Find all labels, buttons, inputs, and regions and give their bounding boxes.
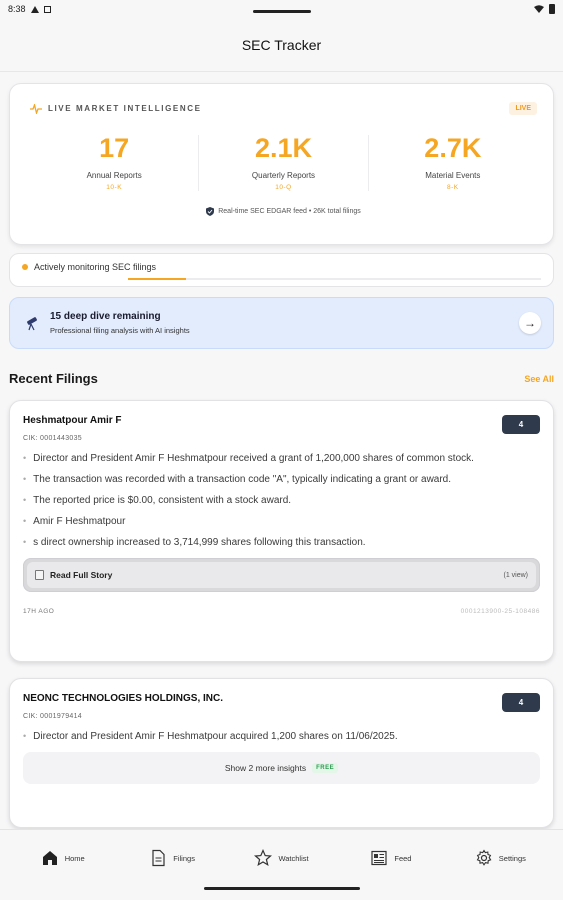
tab-label: Filings xyxy=(173,853,195,863)
document-icon xyxy=(152,849,165,867)
pulse-icon xyxy=(30,103,42,114)
stat-label: Material Events xyxy=(425,171,481,180)
tab-watchlist[interactable]: Watchlist xyxy=(227,849,336,867)
filer-name: NEONC TECHNOLOGIES HOLDINGS, INC. xyxy=(23,693,224,704)
accession-number: 0001213900-25-108486 xyxy=(460,608,540,615)
form-type-badge: 4 xyxy=(502,693,540,712)
free-badge: FREE xyxy=(312,763,339,773)
stat-label: Annual Reports xyxy=(86,171,142,180)
deep-dive-title: 15 deep dive remaining xyxy=(50,311,161,322)
tab-label: Settings xyxy=(498,853,526,863)
view-count: (1 view) xyxy=(503,571,528,579)
stat-value: 2.1K xyxy=(254,133,313,163)
feed-note-text: Real-time SEC EDGAR feed • 26K total fil… xyxy=(218,208,361,215)
notification-icon xyxy=(43,5,51,13)
insight-item: • Amir F Heshmatpour xyxy=(23,516,126,527)
insight-item: • Director and President Amir F Heshmatpo… xyxy=(23,453,474,464)
read-full-story-button[interactable]: Read Full Story (1 view) xyxy=(23,558,540,592)
filing-card[interactable]: Heshmatpour Amir F CIK: 0001443035 4 • Di… xyxy=(9,400,554,662)
live-badge: LIVE xyxy=(509,102,537,115)
monitoring-text: Actively monitoring SEC filings xyxy=(34,262,157,272)
stat-form-type: 10-K xyxy=(106,184,123,191)
battery-icon xyxy=(549,4,555,14)
filing-card[interactable]: NEONC TECHNOLOGIES HOLDINGS, INC. CIK: 0… xyxy=(9,678,554,828)
tab-filings[interactable]: Filings xyxy=(117,849,226,867)
stat-value: 2.7K xyxy=(424,133,482,163)
see-all-link[interactable]: See All xyxy=(524,374,554,384)
bottom-nav: Home Filings Watchlist Feed Settings xyxy=(0,829,563,900)
tab-home[interactable]: Home xyxy=(8,849,117,867)
status-dot xyxy=(22,264,28,270)
read-label: Read Full Story xyxy=(50,570,113,580)
alert-icon xyxy=(30,5,39,13)
stat-form-type: 10-Q xyxy=(275,184,292,191)
insight-list: • Director and President Amir F Heshmatpo… xyxy=(23,453,540,549)
stat-form-type: 8-K xyxy=(447,184,459,191)
insight-item: • s direct ownership increased to 3,714,9… xyxy=(23,537,366,548)
insight-list: • Director and President Amir F Heshmatpo… xyxy=(23,731,540,743)
more-insights-label: Show 2 more insights xyxy=(224,763,307,773)
monitoring-progress xyxy=(128,278,541,280)
stat-annual-reports[interactable]: 17 Annual Reports 10-K xyxy=(30,133,198,192)
filer-name: Heshmatpour Amir F xyxy=(23,415,122,426)
tab-label: Watchlist xyxy=(278,853,309,863)
stat-quarterly-reports[interactable]: 2.1K Quarterly Reports 10-Q xyxy=(198,135,367,191)
filing-age: 17H AGO xyxy=(23,608,55,615)
tab-feed[interactable]: Feed xyxy=(336,849,445,867)
shield-check-icon xyxy=(206,207,215,216)
show-more-insights-button[interactable]: Show 2 more insights FREE xyxy=(23,752,540,784)
tab-label: Feed xyxy=(394,853,412,863)
telescope-icon xyxy=(27,317,37,331)
star-icon xyxy=(254,849,273,867)
home-indicator[interactable] xyxy=(203,887,360,890)
stat-value: 17 xyxy=(99,133,130,163)
app-bar: SEC Tracker xyxy=(0,18,563,72)
deep-dive-subtitle: Professional filing analysis with AI ins… xyxy=(50,326,190,335)
feed-note: Real-time SEC EDGAR feed • 26K total fil… xyxy=(30,207,537,216)
section-title: Recent Filings xyxy=(9,371,98,386)
tab-settings[interactable]: Settings xyxy=(446,849,555,867)
status-bar: 8:38 xyxy=(0,0,563,18)
stat-material-events[interactable]: 2.7K Material Events 8-K xyxy=(367,133,537,191)
intel-title: LIVE MARKET INTELLIGENCE xyxy=(48,104,202,113)
document-icon xyxy=(35,570,44,580)
main-content[interactable]: LIVE MARKET INTELLIGENCE LIVE 17 Annual … xyxy=(0,73,563,829)
deep-dive-banner[interactable]: 15 deep dive remaining Professional fili… xyxy=(9,297,554,349)
gear-icon xyxy=(476,849,492,866)
insight-item: • The transaction was recorded with a tra… xyxy=(23,474,452,485)
camera-notch xyxy=(252,10,311,13)
recent-filings-header: Recent Filings See All xyxy=(9,371,554,386)
insight-item: • Director and President Amir F Heshmatpo… xyxy=(23,731,398,742)
insight-item: • The reported price is $0.00, consistent… xyxy=(23,495,292,506)
market-intelligence-card: LIVE MARKET INTELLIGENCE LIVE 17 Annual … xyxy=(9,83,554,245)
home-icon xyxy=(42,851,57,865)
stat-label: Quarterly Reports xyxy=(251,171,316,180)
filer-cik: CIK: 0001979414 xyxy=(23,713,82,720)
tab-label: Home xyxy=(64,853,85,863)
form-type-badge: 4 xyxy=(502,415,540,434)
filer-cik: CIK: 0001443035 xyxy=(23,435,82,442)
wifi-icon xyxy=(534,5,544,13)
monitoring-progress-fill xyxy=(128,278,186,280)
status-time: 8:38 xyxy=(8,4,26,14)
app-title: SEC Tracker xyxy=(241,36,322,53)
newspaper-icon xyxy=(371,850,387,866)
arrow-right-icon[interactable]: → xyxy=(519,312,541,334)
monitoring-status: Actively monitoring SEC filings xyxy=(9,253,554,287)
